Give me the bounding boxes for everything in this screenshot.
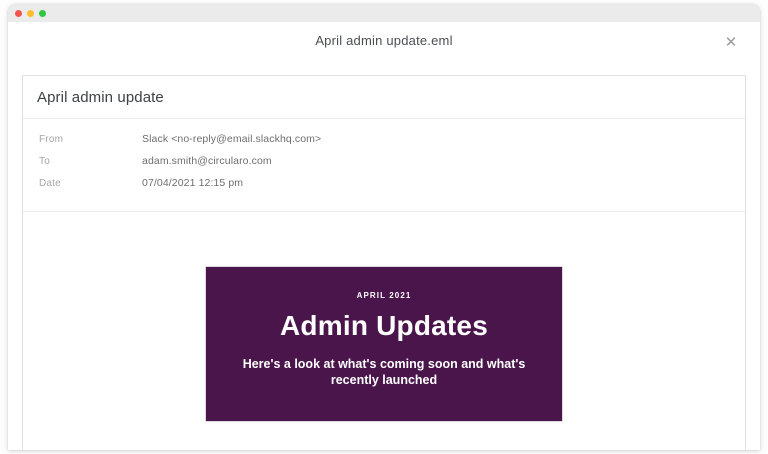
minimize-window-icon[interactable]: [27, 10, 34, 17]
from-label: From: [39, 134, 142, 145]
close-window-icon[interactable]: [15, 10, 22, 17]
email-body: APRIL 2021 Admin Updates Here's a look a…: [23, 212, 745, 421]
email-panel: April admin update From Slack <no-reply@…: [22, 75, 746, 450]
from-value: Slack <no-reply@email.slackhq.com>: [142, 133, 321, 145]
close-icon[interactable]: ✕: [718, 29, 744, 55]
banner-subtitle: Here's a look at what's coming soon and …: [233, 356, 535, 388]
newsletter-banner: APRIL 2021 Admin Updates Here's a look a…: [206, 267, 562, 421]
to-label: To: [39, 156, 142, 167]
banner-eyebrow: APRIL 2021: [206, 267, 562, 300]
meta-row-to: To adam.smith@circularo.com: [39, 155, 731, 177]
date-value: 07/04/2021 12:15 pm: [142, 177, 243, 189]
date-label: Date: [39, 178, 142, 189]
meta-row-date: Date 07/04/2021 12:15 pm: [39, 177, 731, 199]
banner-title: Admin Updates: [206, 310, 562, 342]
meta-row-from: From Slack <no-reply@email.slackhq.com>: [39, 133, 731, 155]
email-subject: April admin update: [23, 76, 745, 119]
to-value: adam.smith@circularo.com: [142, 155, 272, 167]
email-meta: From Slack <no-reply@email.slackhq.com> …: [23, 119, 745, 212]
eml-preview-window: April admin update.eml ✕ April admin upd…: [8, 4, 760, 450]
macos-titlebar[interactable]: [8, 4, 760, 22]
zoom-window-icon[interactable]: [39, 10, 46, 17]
screen: April admin update.eml ✕ April admin upd…: [0, 0, 768, 454]
preview-header: April admin update.eml ✕: [8, 22, 760, 75]
file-title: April admin update.eml: [315, 33, 452, 75]
